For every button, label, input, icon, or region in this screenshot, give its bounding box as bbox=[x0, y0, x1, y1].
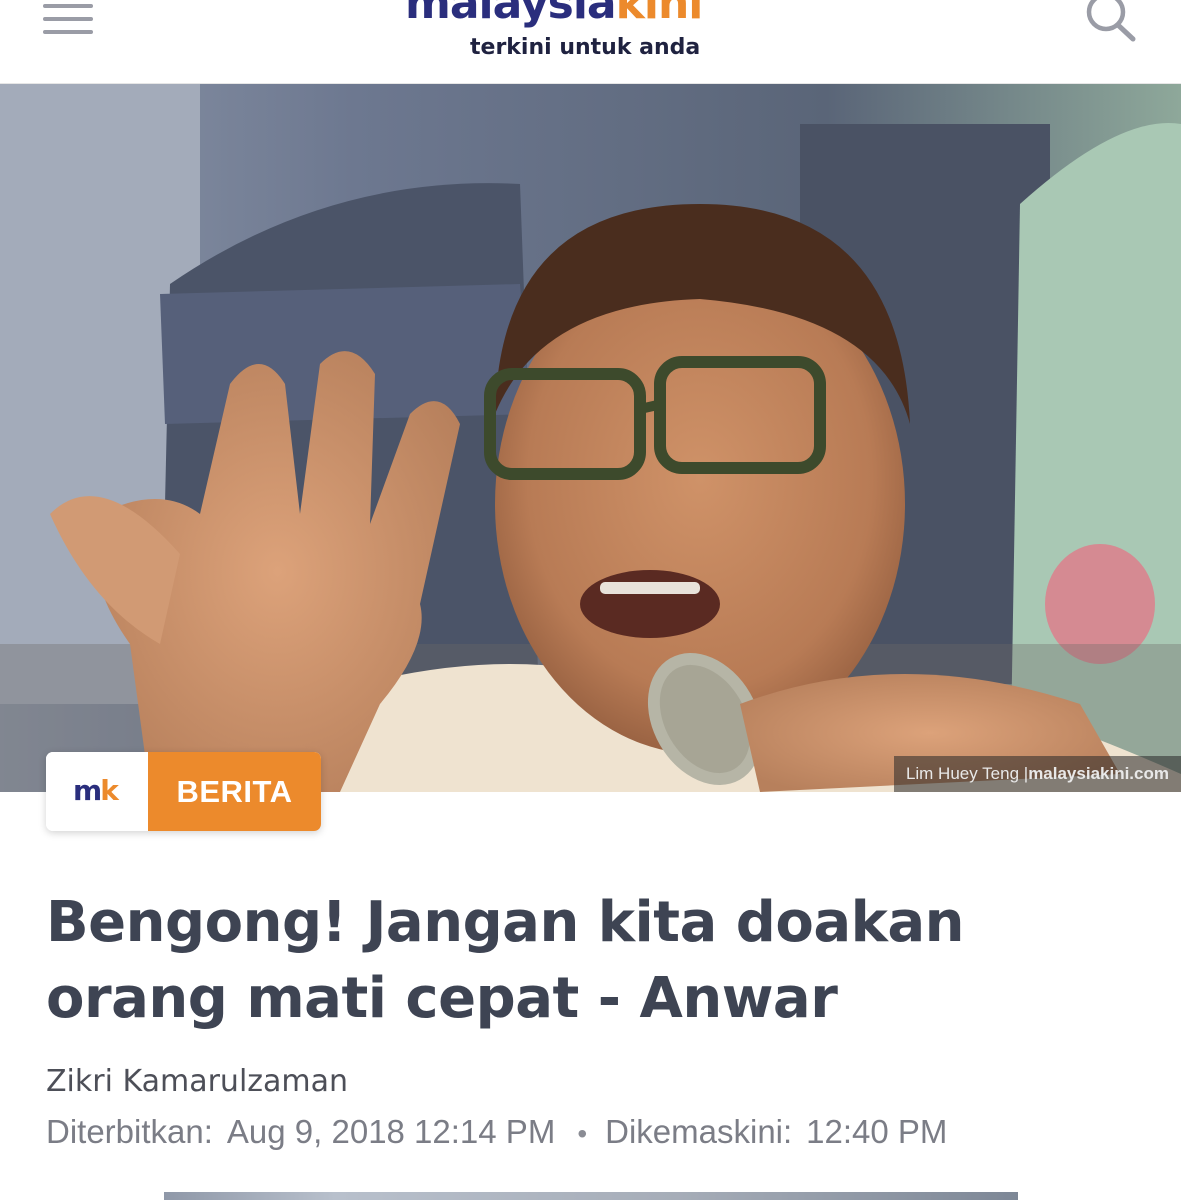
published-label: Diterbitkan: bbox=[46, 1113, 213, 1150]
updated-label: Dikemaskini: bbox=[605, 1113, 793, 1150]
mk-logo: mk bbox=[46, 752, 148, 831]
article-author[interactable]: Zikri Kamarulzaman bbox=[46, 1062, 348, 1102]
hero-photo bbox=[0, 84, 1181, 792]
logo-text-malaysia: malaysia bbox=[405, 0, 617, 28]
hero-image: Lim Huey Teng |malaysiakini.com bbox=[0, 84, 1181, 792]
photo-credit-name: Lim Huey Teng bbox=[905, 764, 1020, 783]
photo-credit-site: malaysiakini.com bbox=[1028, 764, 1169, 783]
article-page: malaysiakini terkini untuk anda Lim Huey… bbox=[0, 0, 1181, 1200]
site-tagline: terkini untuk anda bbox=[470, 35, 701, 60]
article-meta: Diterbitkan: Aug 9, 2018 12:14 PM • Dikemas… bbox=[46, 1110, 1146, 1154]
mk-logo-k: k bbox=[100, 774, 119, 807]
next-image-edge bbox=[164, 1192, 1018, 1200]
hamburger-menu-icon[interactable] bbox=[40, 0, 96, 40]
updated-time: 12:40 PM bbox=[806, 1113, 948, 1150]
category-badge: mk BERITA bbox=[46, 752, 321, 831]
published-date: Aug 9, 2018 12:14 PM bbox=[226, 1113, 556, 1150]
photo-credit: Lim Huey Teng |malaysiakini.com bbox=[893, 756, 1181, 792]
search-icon[interactable] bbox=[1080, 0, 1144, 44]
meta-separator: • bbox=[577, 1118, 588, 1149]
category-label[interactable]: BERITA bbox=[148, 752, 321, 831]
logo-text-kini: kini bbox=[615, 0, 704, 28]
site-logo[interactable]: malaysiakini bbox=[405, 0, 777, 28]
site-header: malaysiakini terkini untuk anda bbox=[0, 0, 1181, 84]
article-headline: Bengong! Jangan kita doakan orang mati c… bbox=[46, 890, 965, 1031]
mk-logo-m: m bbox=[73, 774, 102, 807]
